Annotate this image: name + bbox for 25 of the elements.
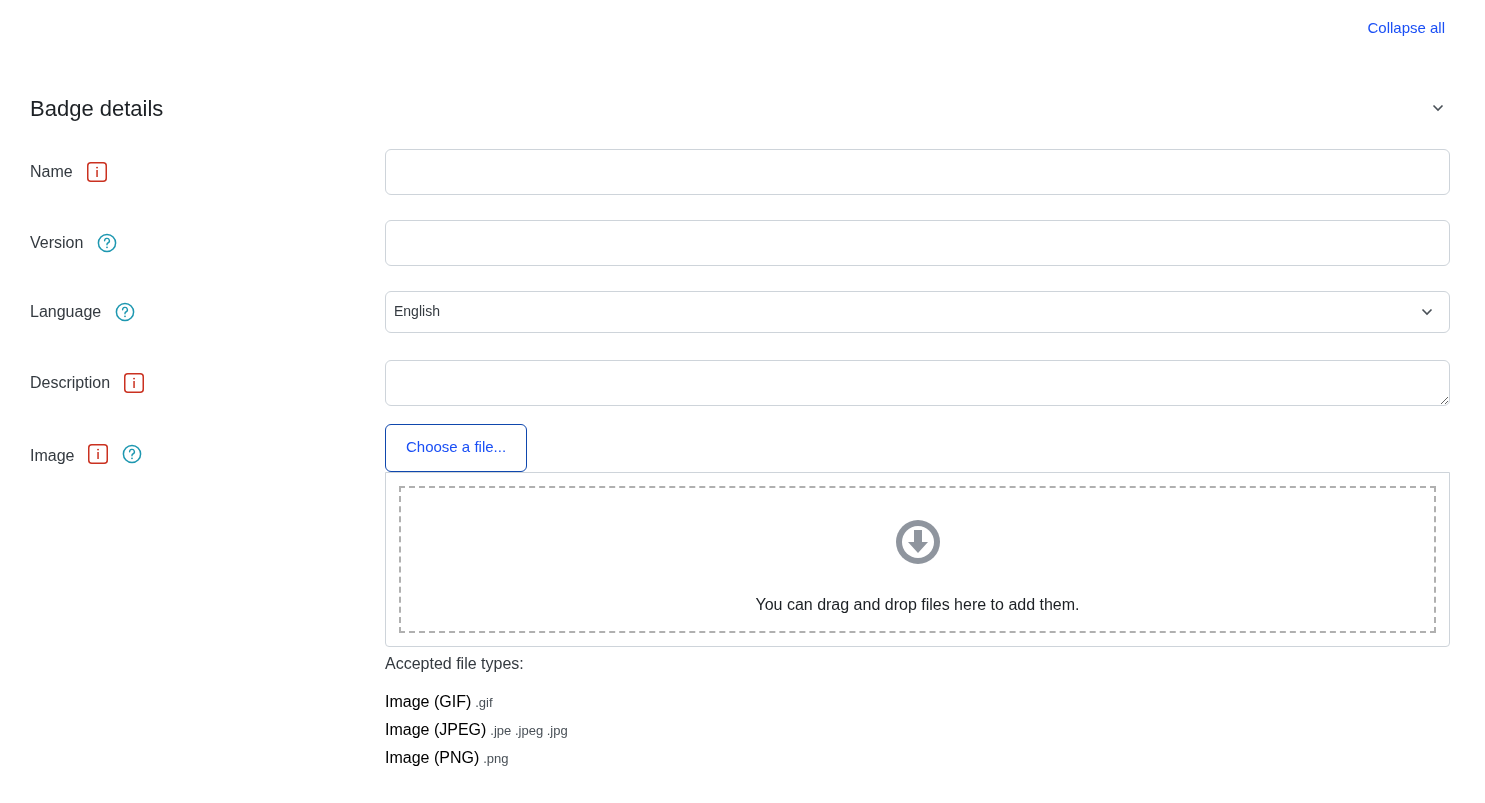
field-label: Version: [30, 232, 84, 253]
field-label: Name: [30, 161, 73, 182]
field-label: Language: [30, 301, 102, 322]
accepted-types-label: Accepted file types:: [385, 653, 525, 674]
drop-zone-panel[interactable]: You can drag and drop files here to add them.: [385, 471, 1450, 647]
file-extensions: .png: [483, 749, 509, 768]
field-label: Image: [30, 445, 75, 466]
drop-hint-text: You can drag and drop files here to add them.: [755, 594, 1080, 615]
collapse-all-link[interactable]: Collapse all: [1367, 17, 1445, 40]
choose-file-button[interactable]: Choose a file...: [385, 423, 528, 472]
file-extensions: .gif: [475, 693, 493, 712]
file-type-name: Image (PNG): [385, 747, 480, 768]
chevron-down-icon[interactable]: [1432, 104, 1444, 112]
help-icon[interactable]: [122, 443, 143, 464]
text-input[interactable]: [385, 148, 1450, 195]
file-type-name: Image (JPEG): [385, 719, 487, 740]
file-extensions: .jpe .jpeg .jpg: [490, 721, 568, 740]
section-title: Badge details: [30, 94, 164, 123]
text-input[interactable]: [385, 219, 1450, 266]
language-select[interactable]: English: [385, 290, 1450, 333]
field-label: Description: [30, 372, 111, 393]
help-icon[interactable]: [97, 232, 118, 253]
help-icon[interactable]: [115, 301, 136, 322]
chevron-down-icon: [1421, 307, 1433, 316]
file-type-name: Image (GIF): [385, 691, 472, 712]
